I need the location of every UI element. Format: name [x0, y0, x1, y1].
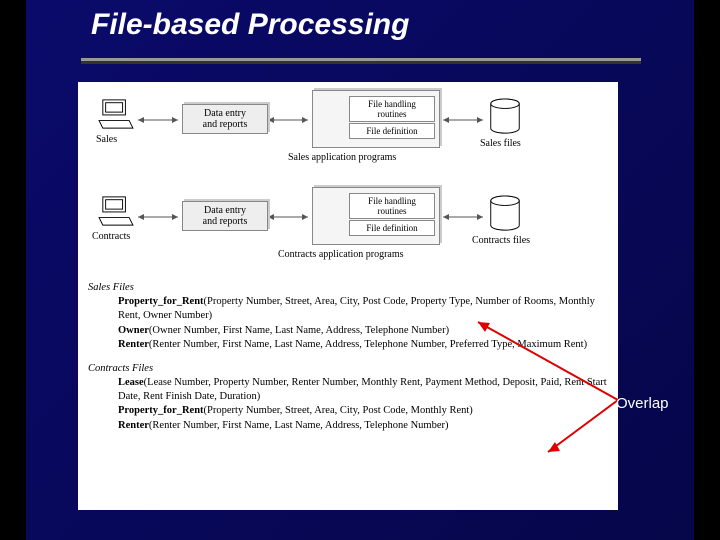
overlap-label: Overlap — [616, 395, 669, 412]
sales-files-heading: Sales Files — [88, 281, 608, 295]
schema-line: Property_for_Rent(Property Number, Stree… — [118, 295, 608, 323]
data-entry-box: Data entry and reports — [182, 104, 268, 134]
app-programs-box: File handling routines File definition — [312, 187, 440, 245]
file-definition-box: File definition — [349, 220, 435, 236]
terminal-label: Sales — [96, 134, 117, 145]
terminal-icon — [96, 98, 136, 130]
terminal-icon — [96, 195, 136, 227]
schema-line: Renter(Renter Number, First Name, Last N… — [118, 419, 608, 433]
contracts-files-heading: Contracts Files — [88, 362, 608, 376]
schema-block: Sales Files Property_for_Rent(Property N… — [88, 277, 608, 433]
slide-title: File-based Processing — [91, 8, 409, 42]
data-entry-box: Data entry and reports — [182, 201, 268, 231]
cylinder-icon — [488, 195, 522, 233]
app-label: Contracts application programs — [278, 249, 404, 260]
schema-line: Lease(Lease Number, Property Number, Ren… — [118, 376, 608, 404]
terminal-label: Contracts — [92, 231, 130, 242]
schema-line: Property_for_Rent(Property Number, Stree… — [118, 404, 608, 418]
schema-line: Owner(Owner Number, First Name, Last Nam… — [118, 324, 608, 338]
cylinder-icon — [488, 98, 522, 136]
files-label: Contracts files — [472, 235, 530, 246]
file-handling-box: File handling routines — [349, 193, 435, 219]
file-handling-box: File handling routines — [349, 96, 435, 122]
file-definition-box: File definition — [349, 123, 435, 139]
files-label: Sales files — [480, 138, 521, 149]
diagram-panel: Sales Data entry and reports File handli… — [78, 82, 618, 510]
title-rule — [81, 58, 641, 61]
slide: File-based Processing Sales Data entry a… — [26, 0, 694, 540]
app-label: Sales application programs — [288, 152, 396, 163]
app-programs-box: File handling routines File definition — [312, 90, 440, 148]
schema-line: Renter(Renter Number, First Name, Last N… — [118, 338, 608, 352]
